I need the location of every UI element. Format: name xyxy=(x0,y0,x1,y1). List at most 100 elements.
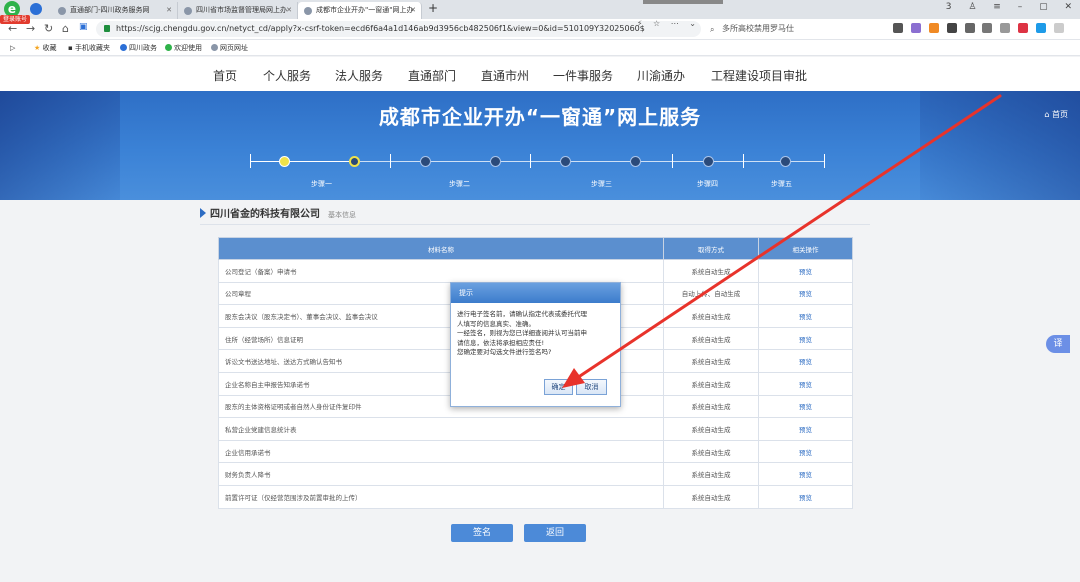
step-label-4: 步骤四 xyxy=(697,180,718,188)
table-row: 私营企业党建信息统计表 系统自动生成 预览 xyxy=(218,417,853,441)
undo-icon[interactable] xyxy=(1000,23,1011,33)
step-node xyxy=(780,156,791,167)
dialog-line: 请信息，依法将承担相应责任! xyxy=(457,338,545,347)
bookmark-favorites[interactable]: ★ 收藏 xyxy=(34,40,57,56)
tab-hover-bar xyxy=(643,0,723,4)
nav-item-one-thing[interactable]: 一件事服务 xyxy=(553,67,613,84)
site-nav: 首页 个人服务 法人服务 直通部门 直通市州 一件事服务 川渝通办 工程建设项目… xyxy=(0,57,1080,91)
pinned-tab-icon[interactable] xyxy=(30,3,42,15)
back-button[interactable]: 返回 xyxy=(524,524,586,542)
material-name: 公司登记（备案）申请书 xyxy=(218,259,664,283)
sidebar-toggle-icon[interactable]: ▷ xyxy=(10,40,15,56)
dialog-line: 人填写的信息真实、准确。 xyxy=(457,319,535,328)
login-badge[interactable]: 登录账号 xyxy=(0,15,31,24)
tab-close-icon[interactable]: ✕ xyxy=(286,2,292,19)
preview-link[interactable]: 预览 xyxy=(758,304,853,328)
extension-orange-icon[interactable] xyxy=(928,23,939,33)
new-tab-icon[interactable]: + xyxy=(428,1,438,15)
close-window-icon[interactable]: ✕ xyxy=(1064,2,1072,12)
step-label-3: 步骤三 xyxy=(591,180,612,188)
shirt-icon[interactable]: ♙ xyxy=(968,2,976,12)
table-row: 财务负责人降书 系统自动生成 预览 xyxy=(218,462,853,486)
extension-dark-icon[interactable] xyxy=(946,23,957,33)
bookmark-sichuan[interactable]: 四川政务 xyxy=(120,40,157,56)
step-node xyxy=(560,156,571,167)
nav-item-cities[interactable]: 直通市州 xyxy=(481,67,529,84)
nav-item-construction[interactable]: 工程建设项目审批 xyxy=(711,67,807,84)
bolt-icon[interactable]: ⚡ xyxy=(637,19,643,28)
tab-close-icon[interactable]: ✕ xyxy=(166,2,172,19)
nav-item-departments[interactable]: 直通部门 xyxy=(408,67,456,84)
puzzle-icon[interactable] xyxy=(964,23,975,33)
progress-tick xyxy=(824,154,825,168)
tab-1[interactable]: 直通部门-四川政务服务网 ✕ xyxy=(52,2,178,19)
chevron-down-icon[interactable]: ⌄ xyxy=(689,19,696,28)
table-row: 前置许可证（仅经营范围涉及前置审批的上传） 系统自动生成 预览 xyxy=(218,484,853,509)
reload-icon[interactable]: ↻ xyxy=(44,22,53,35)
preview-link[interactable]: 预览 xyxy=(758,371,853,396)
nav-item-chuanyu[interactable]: 川渝通办 xyxy=(637,67,685,84)
dialog-line: 进行电子签名前，请确认指定代表或委托代理 xyxy=(457,310,587,318)
section-title: 四川省金的科技有限公司 基本信息 xyxy=(200,205,356,220)
tab-2[interactable]: 四川省市场监督管理局网上办 ✕ xyxy=(178,2,298,19)
avatar-icon[interactable] xyxy=(1053,23,1064,33)
table-row: 公司登记（备案）申请书 系统自动生成 预览 xyxy=(218,259,853,283)
sign-button[interactable]: 签名 xyxy=(451,524,513,542)
preview-link[interactable]: 预览 xyxy=(758,349,853,373)
preview-link[interactable]: 预览 xyxy=(758,439,853,464)
progress-tick xyxy=(250,154,251,168)
extension-purple-icon[interactable] xyxy=(910,23,921,33)
preview-link[interactable]: 预览 xyxy=(758,462,853,486)
nav-item-home[interactable]: 首页 xyxy=(213,67,237,84)
tab-3-active[interactable]: 成都市企业开办"一窗通"网上办 ✕ xyxy=(298,2,422,19)
extension-red-icon[interactable] xyxy=(1018,23,1029,33)
material-method: 系统自动生成 xyxy=(663,304,759,328)
nav-item-personal[interactable]: 个人服务 xyxy=(263,67,311,84)
material-method: 系统自动生成 xyxy=(663,371,759,396)
section-divider xyxy=(200,224,870,225)
preview-link[interactable]: 预览 xyxy=(758,484,853,509)
step-node xyxy=(490,156,501,167)
minimize-icon[interactable]: – xyxy=(1018,2,1023,12)
bookmark-welcome[interactable]: 欢迎使用 xyxy=(165,40,202,56)
step-node xyxy=(630,156,641,167)
bookmark-mobile[interactable]: ▪ 手机收藏夹 xyxy=(68,40,110,56)
tab-favicon-icon xyxy=(184,7,192,15)
download-icon[interactable] xyxy=(982,23,993,33)
bookmark-favicon-icon xyxy=(211,44,218,51)
triangle-marker-icon xyxy=(200,208,206,218)
tab-close-icon[interactable]: ✕ xyxy=(410,2,416,19)
column-header-actions: 相关操作 xyxy=(758,237,853,260)
maximize-icon[interactable]: ▢ xyxy=(1039,2,1048,12)
home-icon[interactable]: ⌂ xyxy=(62,22,69,35)
star-icon[interactable]: ☆ xyxy=(653,19,660,28)
preview-link[interactable]: 预览 xyxy=(758,326,853,351)
banner-home-link[interactable]: ⌂ 首页 xyxy=(1044,109,1068,120)
nav-item-legal[interactable]: 法人服务 xyxy=(335,67,383,84)
preview-link[interactable]: 预览 xyxy=(758,417,853,441)
confirm-ok-button[interactable]: 确定 xyxy=(544,379,573,395)
colorful-extension-icon[interactable] xyxy=(1036,23,1046,33)
toolbar-icons xyxy=(893,23,1069,36)
banner-title: 成都市企业开办“一窗通”网上服务 xyxy=(378,105,702,129)
lock-icon xyxy=(104,25,110,32)
preview-link[interactable]: 预览 xyxy=(758,259,853,283)
bookmarks-bar: ▷ ★ 收藏 ▪ 手机收藏夹 四川政务 欢迎使用 网页网址 xyxy=(0,40,1080,56)
material-method: 系统自动生成 xyxy=(663,484,759,509)
material-method: 系统自动生成 xyxy=(663,326,759,351)
confirm-cancel-button[interactable]: 取消 xyxy=(576,379,607,395)
menu-icon[interactable]: ≡ xyxy=(993,2,1001,12)
more-icon[interactable]: ⋯ xyxy=(671,19,679,28)
page-counter[interactable]: 3 xyxy=(946,2,952,12)
preview-link[interactable]: 预览 xyxy=(758,281,853,306)
translate-button[interactable]: 译 xyxy=(1046,335,1070,353)
section-subtitle: 基本信息 xyxy=(328,211,356,219)
bookmark-web[interactable]: 网页网址 xyxy=(211,40,248,56)
url-input[interactable]: https://scjg.chengdu.gov.cn/netyct_cd/ap… xyxy=(96,21,701,37)
scissors-icon[interactable] xyxy=(893,23,903,33)
preview-link[interactable]: 预览 xyxy=(758,394,853,419)
progress-tick xyxy=(390,154,391,168)
search-input[interactable]: ⌕ 多所高校禁用罗马仕 xyxy=(706,21,882,37)
app-icon[interactable]: ▣ xyxy=(79,22,88,32)
column-header-method: 取得方式 xyxy=(663,237,759,260)
